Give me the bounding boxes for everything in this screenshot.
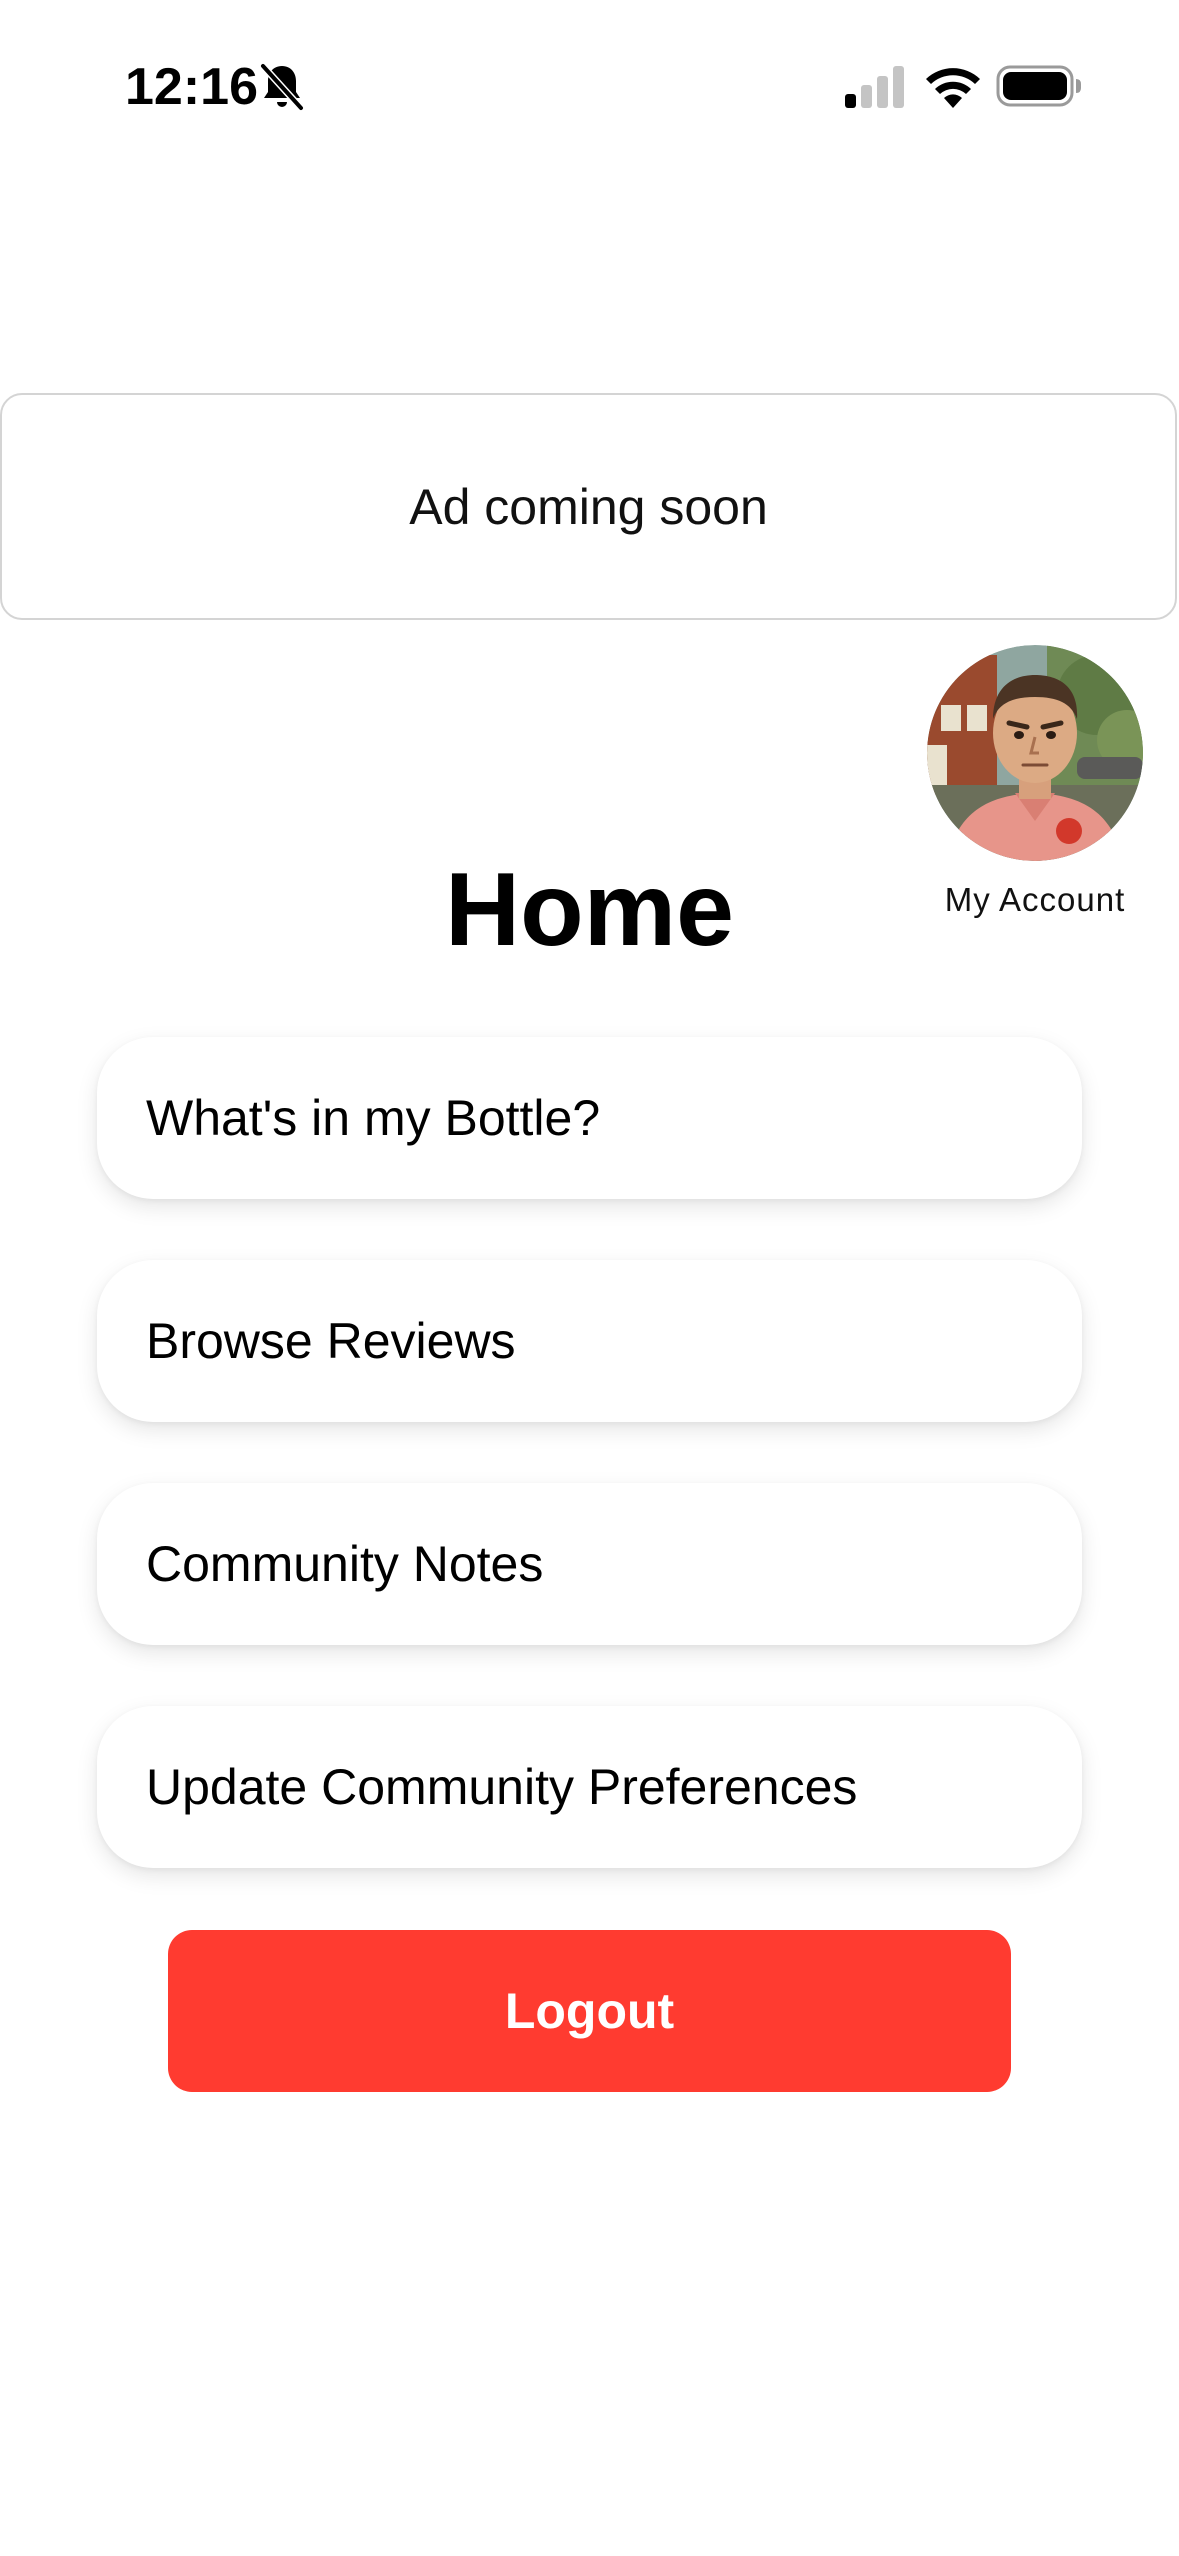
menu-item-update-community-preferences[interactable]: Update Community Preferences	[97, 1706, 1082, 1868]
menu-item-whats-in-my-bottle[interactable]: What's in my Bottle?	[97, 1037, 1082, 1199]
menu-item-label: What's in my Bottle?	[146, 1090, 601, 1146]
menu-item-label: Update Community Preferences	[146, 1759, 858, 1815]
ad-banner: Ad coming soon	[0, 393, 1177, 620]
wifi-icon	[926, 68, 980, 108]
page-title: Home	[445, 852, 734, 968]
menu-item-label: Community Notes	[146, 1536, 544, 1592]
menu-item-browse-reviews[interactable]: Browse Reviews	[97, 1260, 1082, 1422]
avatar-image[interactable]	[927, 645, 1143, 861]
status-bar: 12:16	[0, 0, 1179, 170]
ad-text: Ad coming soon	[409, 478, 768, 535]
logout-button[interactable]: Logout	[168, 1930, 1011, 2092]
bell-slash-icon	[259, 62, 305, 112]
status-time: 12:16	[125, 58, 258, 116]
battery-icon	[996, 65, 1081, 107]
menu-item-label: Browse Reviews	[146, 1313, 516, 1369]
menu-item-community-notes[interactable]: Community Notes	[97, 1483, 1082, 1645]
main-menu: What's in my Bottle? Browse Reviews Comm…	[97, 1037, 1082, 1929]
cellular-signal-icon	[845, 66, 904, 108]
